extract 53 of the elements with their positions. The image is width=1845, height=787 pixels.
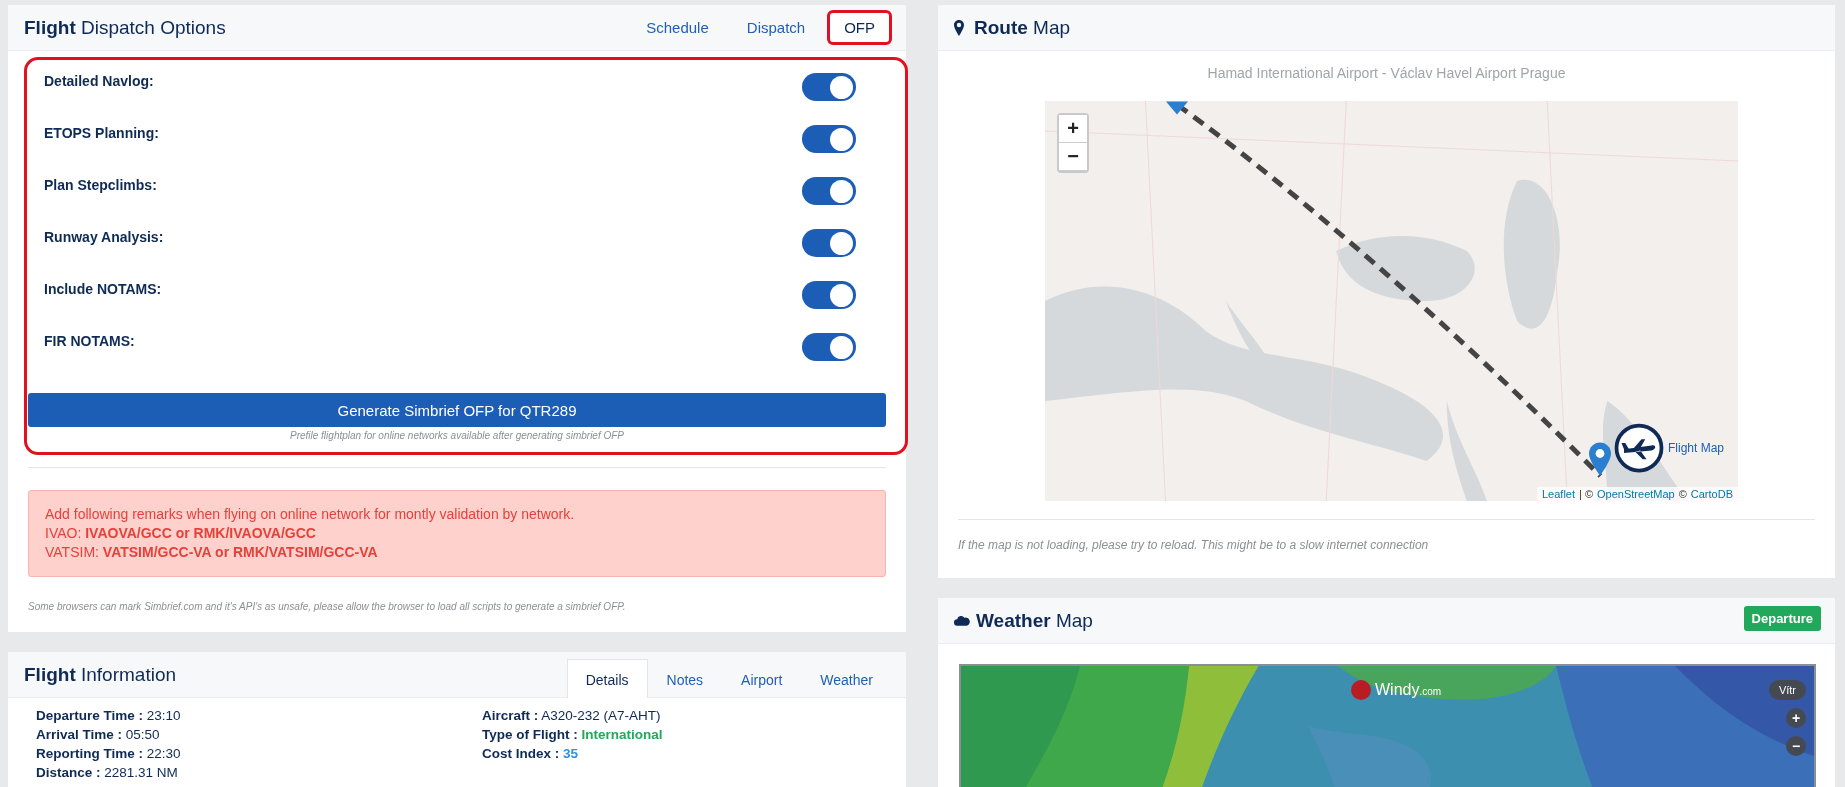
alert-text: IVAO: IVAOVA/GCC or RMK/IVAOVA/GCC <box>45 524 317 543</box>
airplane-icon[interactable] <box>1614 423 1664 473</box>
tab[interactable]: Notes <box>647 659 723 698</box>
generate-note: Prefile flightplan for online networks available after generating simbrief OFP <box>288 430 626 441</box>
alert-text: VATSIM: VATSIM/GCC-VA or RMK/VATSIM/GCC-VA <box>45 543 379 562</box>
map-marker-icon[interactable] <box>1589 441 1611 477</box>
map-pin-icon <box>954 19 964 36</box>
option-label: ETOPS Planning: <box>44 125 159 141</box>
generate-button[interactable]: Generate Simbrief OFP for QTR289 <box>28 393 886 427</box>
option-label: FIR NOTAMS: <box>44 333 135 349</box>
option-label: Include NOTAMS: <box>44 281 162 297</box>
map-marker-icon[interactable] <box>1166 101 1188 115</box>
tab[interactable]: Weather <box>801 659 892 698</box>
attribution-link[interactable]: OpenStreetMap <box>1597 488 1675 500</box>
tab[interactable]: Schedule <box>630 11 725 44</box>
detail-text: Departure Time : 23:10 <box>36 707 182 725</box>
option-label: Detailed Navlog: <box>44 73 154 89</box>
panel-title: Route Map <box>974 16 1072 39</box>
attribution-text: © <box>1678 488 1687 500</box>
windy-logo: Windy.com <box>1375 681 1442 699</box>
attribution-text: | © <box>1579 488 1594 500</box>
detail-text: Distance : 2281.31 NM <box>36 764 179 782</box>
toggle-switch[interactable] <box>802 177 856 205</box>
toggle-switch[interactable] <box>802 333 856 361</box>
tab[interactable]: OFP <box>827 10 892 45</box>
panel-title: Flight Information <box>24 663 178 686</box>
cloud-icon <box>954 615 970 626</box>
zoom-in-button[interactable]: + <box>1059 115 1087 143</box>
alert-text: Add following remarks when flying on online network for montly validation by network. <box>45 505 576 524</box>
tab[interactable]: Details <box>566 659 648 698</box>
tab[interactable]: Dispatch <box>730 11 822 44</box>
toggle-switch[interactable] <box>802 281 856 309</box>
detail-text: Cost Index : 35 <box>482 745 580 763</box>
toggle-switch[interactable] <box>802 229 856 257</box>
browser-note: Some browsers can mark Simbrief.com and it's API's as unsafe, please allow the browser to load all scripts to generate a simbrief OFP. <box>28 601 627 612</box>
panel-title: Weather Map <box>976 609 1094 632</box>
detail-text: Type of Flight : International <box>482 726 664 744</box>
flight-map-link[interactable]: Flight Map <box>1668 441 1725 455</box>
toggle-switch[interactable] <box>802 125 856 153</box>
route-subtitle: Hamad International Airport - Václav Havel Airport Prague <box>1206 65 1567 81</box>
toggle-switch[interactable] <box>802 73 856 101</box>
panel-title: Flight Dispatch Options <box>24 16 227 39</box>
tab[interactable]: Airport <box>722 659 802 698</box>
detail-text: Aircraft : A320-232 (A7-AHT) <box>482 707 662 725</box>
departure-badge[interactable]: Departure <box>1743 606 1821 631</box>
option-label: Runway Analysis: <box>44 229 164 245</box>
zoom-out-button[interactable]: − <box>1059 143 1087 171</box>
detail-text: Arrival Time : 05:50 <box>36 726 161 744</box>
detail-text: Reporting Time : 22:30 <box>36 745 182 763</box>
attribution-link[interactable]: CartoDB <box>1690 488 1733 500</box>
map-note: If the map is not loading, please try to reload. This might be to a slow internet connection <box>958 538 1430 552</box>
attribution-link[interactable]: Leaflet <box>1542 488 1575 500</box>
option-label: Plan Stepclimbs: <box>44 177 157 193</box>
